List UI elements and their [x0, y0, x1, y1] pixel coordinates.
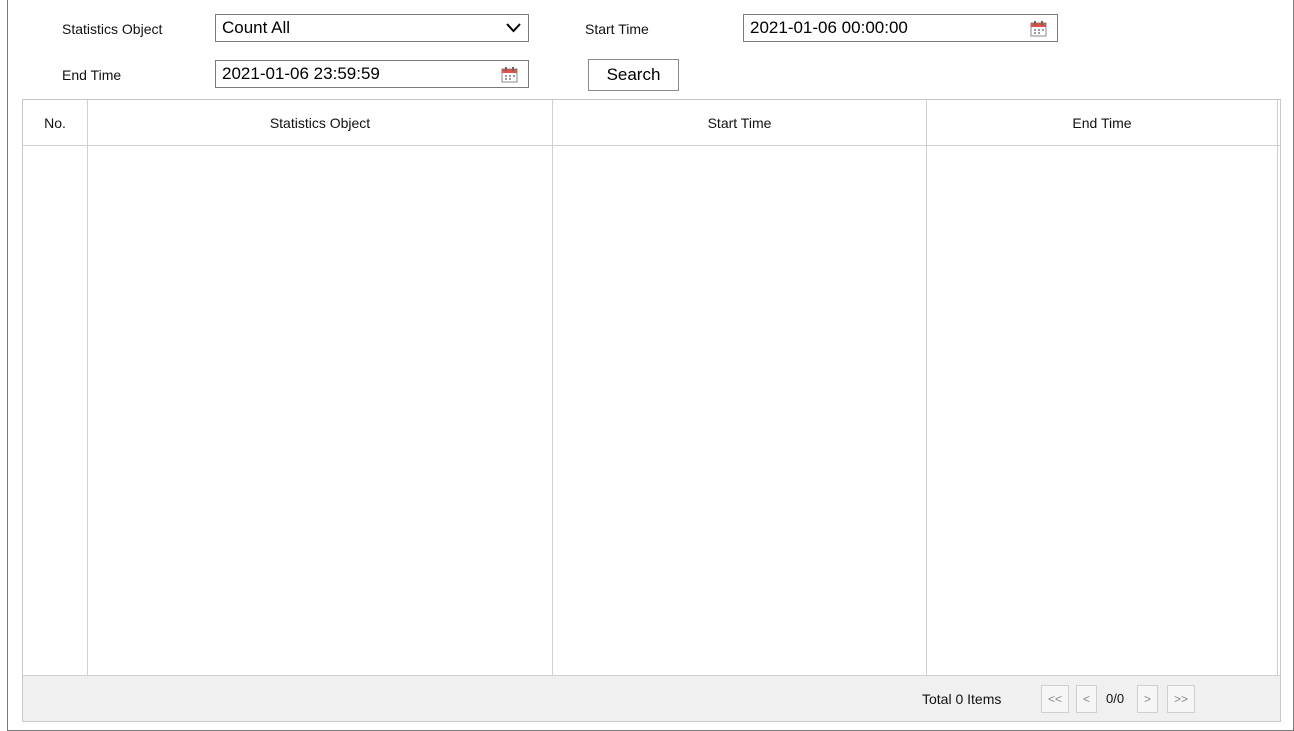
column-divider	[552, 100, 553, 675]
start-time-value: 2021-01-06 00:00:00	[750, 18, 908, 37]
column-header-start-time: Start Time	[707, 115, 772, 131]
pagination-bar: Total 0 Items << < 0/0 > >>	[23, 675, 1280, 721]
end-time-input[interactable]: 2021-01-06 23:59:59	[215, 60, 529, 88]
table-header: No. Statistics Object Start Time End Tim…	[23, 100, 1280, 146]
column-divider	[926, 100, 927, 675]
chevron-down-icon	[506, 23, 521, 33]
column-divider	[1277, 100, 1278, 675]
last-page-button[interactable]: >>	[1167, 685, 1195, 713]
calendar-icon[interactable]	[501, 66, 518, 83]
end-time-label: End Time	[62, 67, 122, 83]
start-time-label: Start Time	[585, 21, 649, 37]
prev-page-button[interactable]: <	[1076, 685, 1097, 713]
statistics-object-select[interactable]: Count All	[215, 14, 529, 42]
start-time-input[interactable]: 2021-01-06 00:00:00	[743, 14, 1058, 42]
next-page-button[interactable]: >	[1137, 685, 1158, 713]
column-header-end-time: End Time	[1072, 115, 1132, 131]
end-time-value: 2021-01-06 23:59:59	[222, 64, 380, 83]
results-table: No. Statistics Object Start Time End Tim…	[22, 99, 1281, 722]
calendar-icon[interactable]	[1030, 20, 1047, 37]
total-items-text: Total 0 Items	[922, 691, 1002, 707]
statistics-object-value: Count All	[222, 18, 291, 37]
first-page-button[interactable]: <<	[1041, 685, 1069, 713]
page-info: 0/0	[1106, 691, 1125, 706]
column-header-no: No.	[44, 115, 66, 131]
statistics-object-label: Statistics Object	[62, 21, 163, 37]
column-header-statistics-object: Statistics Object	[269, 115, 371, 131]
search-button[interactable]: Search	[588, 59, 679, 91]
column-divider	[87, 100, 88, 675]
